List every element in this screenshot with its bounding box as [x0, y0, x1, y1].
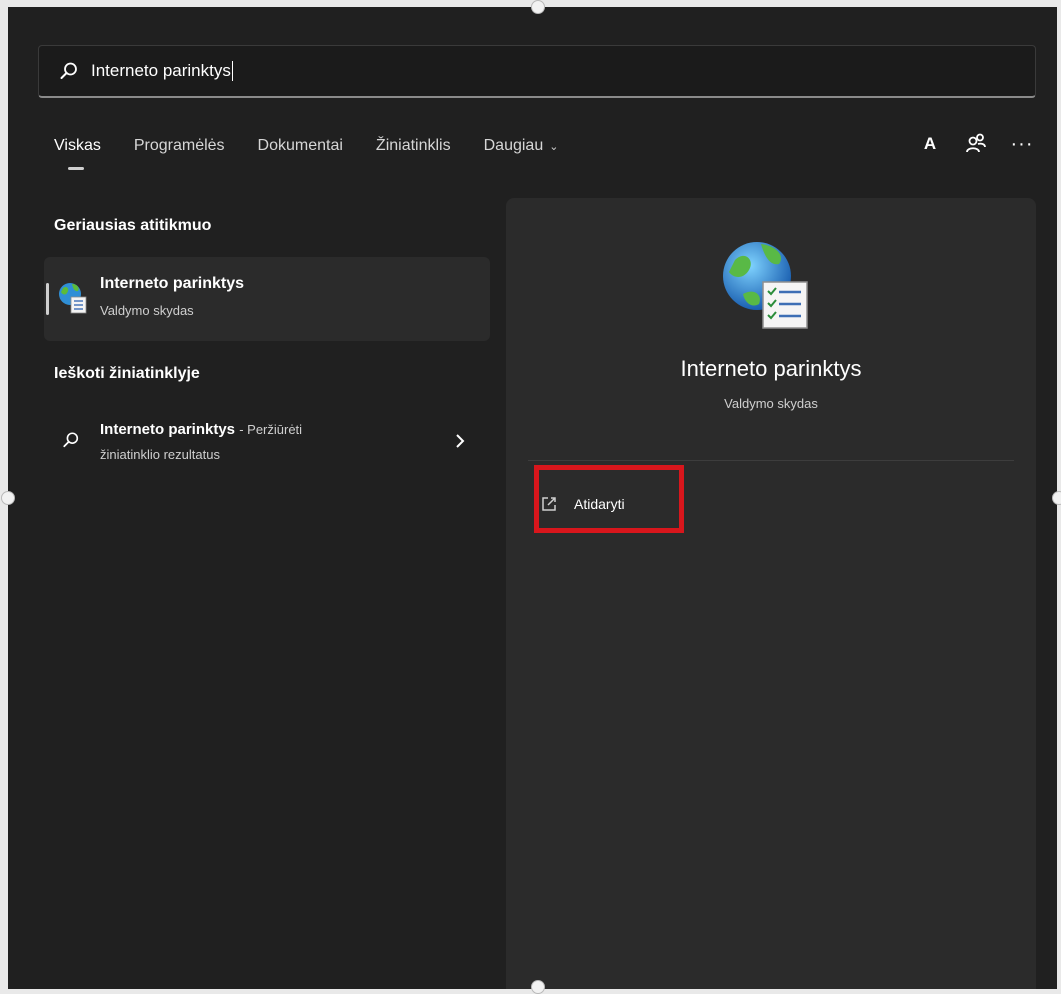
web-search-result[interactable]: Interneto parinktys - Peržiūrėti žiniati…	[44, 411, 490, 475]
selection-indicator	[46, 283, 49, 315]
people-button[interactable]	[963, 131, 989, 157]
web-result-subtitle: žiniatinklio rezultatus	[100, 447, 220, 462]
highlight-annotation	[534, 465, 684, 533]
internet-options-icon	[723, 242, 808, 329]
resize-handle-left[interactable]	[1, 491, 15, 505]
resize-handle-right[interactable]	[1052, 491, 1061, 505]
more-options-button[interactable]: ···	[1009, 131, 1035, 157]
search-icon	[63, 432, 79, 448]
search-box[interactable]: Interneto parinktys	[38, 45, 1036, 98]
web-result-suffix: - Peržiūrėti	[239, 422, 303, 437]
chevron-down-icon: ⌄	[549, 141, 559, 153]
tab-more-label: Daugiau	[483, 137, 544, 154]
best-match-title: Interneto parinktys	[100, 275, 245, 292]
best-match-result[interactable]: Interneto parinktys Valdymo skydas	[44, 257, 490, 341]
best-match-subtitle: Valdymo skydas	[100, 303, 194, 318]
text-caret	[231, 61, 233, 81]
preview-panel: Interneto parinktys Valdymo skydas Atida…	[506, 198, 1036, 989]
filter-tabs: Viskas Programėlės Dokumentai Žiniatinkl…	[54, 137, 591, 170]
tab-web[interactable]: Žiniatinklis	[376, 137, 451, 155]
search-input[interactable]: Interneto parinktys	[91, 61, 233, 81]
web-result-title-text: Interneto parinktys	[100, 421, 236, 438]
account-icon: A	[923, 134, 937, 153]
resize-handle-top[interactable]	[531, 0, 545, 14]
header-tools: A ···	[897, 131, 1035, 157]
search-window: Interneto parinktys Viskas Programėlės D…	[8, 7, 1057, 989]
divider	[528, 460, 1014, 461]
web-result-title: Interneto parinktys - Peržiūrėti	[100, 421, 302, 438]
best-match-heading: Geriausias atitikmuo	[54, 217, 212, 234]
tab-more[interactable]: Daugiau ⌄	[484, 137, 559, 155]
web-search-heading: Ieškoti žiniatinklyje	[54, 365, 200, 382]
tab-all[interactable]: Viskas	[54, 137, 101, 170]
preview-subtitle: Valdymo skydas	[724, 396, 818, 411]
more-icon: ···	[1010, 133, 1034, 155]
tab-documents[interactable]: Dokumentai	[258, 137, 343, 155]
preview-title: Interneto parinktys	[680, 356, 862, 381]
resize-handle-bottom[interactable]	[531, 980, 545, 994]
chevron-right-icon	[456, 434, 465, 448]
people-icon	[966, 133, 986, 153]
tab-apps[interactable]: Programėlės	[134, 137, 225, 155]
internet-options-icon	[59, 283, 87, 314]
search-input-text: Interneto parinktys	[91, 61, 231, 80]
search-icon	[60, 62, 77, 79]
account-button[interactable]: A	[917, 131, 943, 157]
